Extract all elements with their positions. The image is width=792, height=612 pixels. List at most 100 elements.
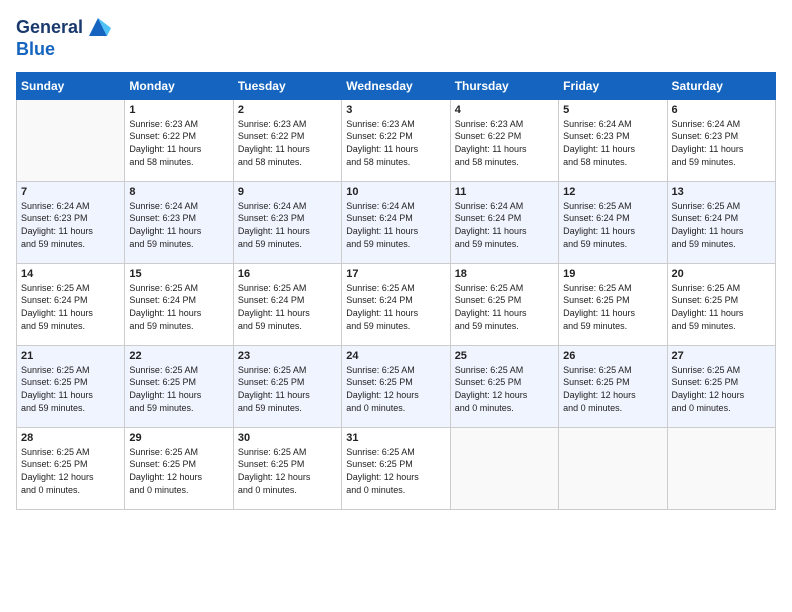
day-info: Sunrise: 6:25 AM Sunset: 6:25 PM Dayligh… <box>21 446 120 496</box>
day-cell: 15 Sunrise: 6:25 AM Sunset: 6:24 PM Dayli… <box>125 263 233 345</box>
day-number: 29 <box>129 432 228 444</box>
day-cell: 19 Sunrise: 6:25 AM Sunset: 6:25 PM Dayli… <box>559 263 667 345</box>
day-number: 24 <box>346 350 445 362</box>
day-cell: 26 Sunrise: 6:25 AM Sunset: 6:25 PM Dayli… <box>559 345 667 427</box>
day-info: Sunrise: 6:25 AM Sunset: 6:25 PM Dayligh… <box>238 364 337 414</box>
day-info: Sunrise: 6:25 AM Sunset: 6:25 PM Dayligh… <box>455 282 554 332</box>
day-number: 6 <box>672 104 771 116</box>
day-info: Sunrise: 6:23 AM Sunset: 6:22 PM Dayligh… <box>238 118 337 168</box>
col-header-sunday: Sunday <box>17 72 125 99</box>
day-number: 5 <box>563 104 662 116</box>
day-info: Sunrise: 6:23 AM Sunset: 6:22 PM Dayligh… <box>346 118 445 168</box>
day-cell: 5 Sunrise: 6:24 AM Sunset: 6:23 PM Daylig… <box>559 99 667 181</box>
day-info: Sunrise: 6:25 AM Sunset: 6:25 PM Dayligh… <box>21 364 120 414</box>
day-cell: 10 Sunrise: 6:24 AM Sunset: 6:24 PM Dayli… <box>342 181 450 263</box>
day-cell: 23 Sunrise: 6:25 AM Sunset: 6:25 PM Dayli… <box>233 345 341 427</box>
day-number: 17 <box>346 268 445 280</box>
day-number: 30 <box>238 432 337 444</box>
day-number: 21 <box>21 350 120 362</box>
day-cell: 8 Sunrise: 6:24 AM Sunset: 6:23 PM Daylig… <box>125 181 233 263</box>
week-row-2: 7 Sunrise: 6:24 AM Sunset: 6:23 PM Daylig… <box>17 181 776 263</box>
day-info: Sunrise: 6:25 AM Sunset: 6:25 PM Dayligh… <box>672 364 771 414</box>
logo-text-block: General Blue <box>16 16 111 60</box>
day-cell: 4 Sunrise: 6:23 AM Sunset: 6:22 PM Daylig… <box>450 99 558 181</box>
day-number: 10 <box>346 186 445 198</box>
day-number: 31 <box>346 432 445 444</box>
day-number: 14 <box>21 268 120 280</box>
day-number: 25 <box>455 350 554 362</box>
col-header-thursday: Thursday <box>450 72 558 99</box>
day-info: Sunrise: 6:25 AM Sunset: 6:24 PM Dayligh… <box>129 282 228 332</box>
week-row-4: 21 Sunrise: 6:25 AM Sunset: 6:25 PM Dayli… <box>17 345 776 427</box>
day-info: Sunrise: 6:25 AM Sunset: 6:25 PM Dayligh… <box>129 446 228 496</box>
col-header-monday: Monday <box>125 72 233 99</box>
day-number: 22 <box>129 350 228 362</box>
week-row-5: 28 Sunrise: 6:25 AM Sunset: 6:25 PM Dayli… <box>17 427 776 509</box>
day-info: Sunrise: 6:25 AM Sunset: 6:24 PM Dayligh… <box>563 200 662 250</box>
day-number: 15 <box>129 268 228 280</box>
col-header-saturday: Saturday <box>667 72 775 99</box>
day-info: Sunrise: 6:25 AM Sunset: 6:24 PM Dayligh… <box>21 282 120 332</box>
day-info: Sunrise: 6:25 AM Sunset: 6:25 PM Dayligh… <box>129 364 228 414</box>
day-cell: 20Sunrise: 6:25 AM Sunset: 6:25 PM Dayli… <box>667 263 775 345</box>
day-number: 27 <box>672 350 771 362</box>
day-number: 23 <box>238 350 337 362</box>
day-info: Sunrise: 6:25 AM Sunset: 6:25 PM Dayligh… <box>346 364 445 414</box>
day-cell <box>559 427 667 509</box>
day-info: Sunrise: 6:23 AM Sunset: 6:22 PM Dayligh… <box>129 118 228 168</box>
day-number: 16 <box>238 268 337 280</box>
week-row-3: 14 Sunrise: 6:25 AM Sunset: 6:24 PM Dayli… <box>17 263 776 345</box>
day-info: Sunrise: 6:25 AM Sunset: 6:24 PM Dayligh… <box>346 282 445 332</box>
day-cell: 28 Sunrise: 6:25 AM Sunset: 6:25 PM Dayli… <box>17 427 125 509</box>
day-cell: 29 Sunrise: 6:25 AM Sunset: 6:25 PM Dayli… <box>125 427 233 509</box>
day-info: Sunrise: 6:24 AM Sunset: 6:23 PM Dayligh… <box>238 200 337 250</box>
day-info: Sunrise: 6:25 AM Sunset: 6:25 PM Dayligh… <box>238 446 337 496</box>
day-number: 4 <box>455 104 554 116</box>
day-number: 12 <box>563 186 662 198</box>
day-number: 28 <box>21 432 120 444</box>
day-cell: 24 Sunrise: 6:25 AM Sunset: 6:25 PM Dayli… <box>342 345 450 427</box>
day-info: Sunrise: 6:24 AM Sunset: 6:24 PM Dayligh… <box>455 200 554 250</box>
day-info: Sunrise: 6:25 AM Sunset: 6:25 PM Dayligh… <box>563 364 662 414</box>
day-info: Sunrise: 6:24 AM Sunset: 6:23 PM Dayligh… <box>563 118 662 168</box>
day-info: Sunrise: 6:25 AM Sunset: 6:25 PM Dayligh… <box>672 282 771 332</box>
day-cell: 9 Sunrise: 6:24 AM Sunset: 6:23 PM Daylig… <box>233 181 341 263</box>
day-cell: 7 Sunrise: 6:24 AM Sunset: 6:23 PM Daylig… <box>17 181 125 263</box>
day-cell: 16 Sunrise: 6:25 AM Sunset: 6:24 PM Dayli… <box>233 263 341 345</box>
calendar-table: SundayMondayTuesdayWednesdayThursdayFrid… <box>16 72 776 510</box>
day-cell <box>667 427 775 509</box>
day-info: Sunrise: 6:24 AM Sunset: 6:23 PM Dayligh… <box>129 200 228 250</box>
day-cell: 13Sunrise: 6:25 AM Sunset: 6:24 PM Dayli… <box>667 181 775 263</box>
day-cell: 12 Sunrise: 6:25 AM Sunset: 6:24 PM Dayli… <box>559 181 667 263</box>
day-info: Sunrise: 6:25 AM Sunset: 6:25 PM Dayligh… <box>563 282 662 332</box>
day-cell: 14 Sunrise: 6:25 AM Sunset: 6:24 PM Dayli… <box>17 263 125 345</box>
day-cell: 1Sunrise: 6:23 AM Sunset: 6:22 PM Daylig… <box>125 99 233 181</box>
day-info: Sunrise: 6:24 AM Sunset: 6:23 PM Dayligh… <box>21 200 120 250</box>
logo-icon <box>85 14 111 40</box>
day-number: 19 <box>563 268 662 280</box>
col-header-friday: Friday <box>559 72 667 99</box>
day-info: Sunrise: 6:24 AM Sunset: 6:23 PM Dayligh… <box>672 118 771 168</box>
day-info: Sunrise: 6:25 AM Sunset: 6:25 PM Dayligh… <box>455 364 554 414</box>
day-info: Sunrise: 6:25 AM Sunset: 6:25 PM Dayligh… <box>346 446 445 496</box>
day-number: 2 <box>238 104 337 116</box>
day-number: 26 <box>563 350 662 362</box>
logo-general: General <box>16 18 83 38</box>
day-number: 3 <box>346 104 445 116</box>
day-cell: 30 Sunrise: 6:25 AM Sunset: 6:25 PM Dayli… <box>233 427 341 509</box>
day-number: 7 <box>21 186 120 198</box>
day-info: Sunrise: 6:24 AM Sunset: 6:24 PM Dayligh… <box>346 200 445 250</box>
day-number: 11 <box>455 186 554 198</box>
day-cell: 11 Sunrise: 6:24 AM Sunset: 6:24 PM Dayli… <box>450 181 558 263</box>
logo: General Blue <box>16 16 111 60</box>
day-number: 9 <box>238 186 337 198</box>
day-cell: 18 Sunrise: 6:25 AM Sunset: 6:25 PM Dayli… <box>450 263 558 345</box>
day-number: 8 <box>129 186 228 198</box>
day-cell: 17 Sunrise: 6:25 AM Sunset: 6:24 PM Dayli… <box>342 263 450 345</box>
day-info: Sunrise: 6:25 AM Sunset: 6:24 PM Dayligh… <box>238 282 337 332</box>
day-info: Sunrise: 6:23 AM Sunset: 6:22 PM Dayligh… <box>455 118 554 168</box>
day-info: Sunrise: 6:25 AM Sunset: 6:24 PM Dayligh… <box>672 200 771 250</box>
logo-blue: Blue <box>16 40 111 60</box>
day-cell <box>450 427 558 509</box>
day-number: 18 <box>455 268 554 280</box>
